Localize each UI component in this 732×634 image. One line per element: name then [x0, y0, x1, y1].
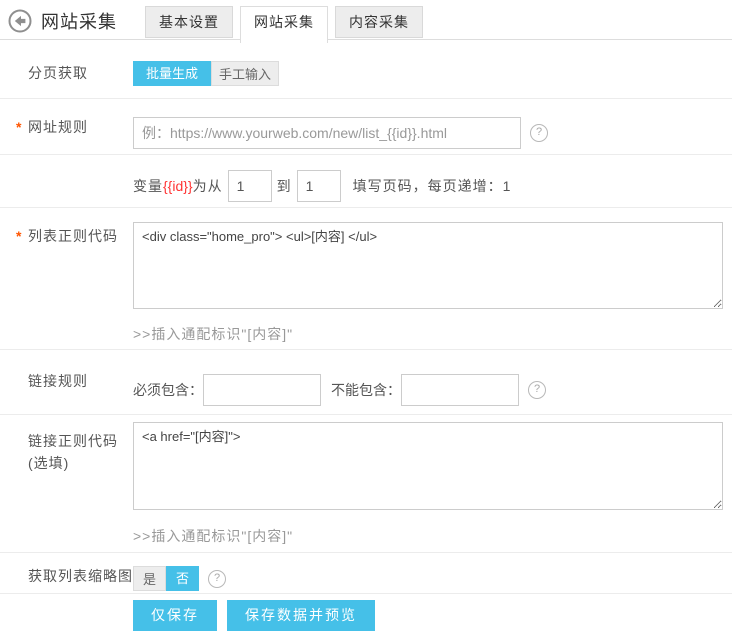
row-link-rule: 链接规则 必须包含： 不能包含： ? [0, 350, 732, 415]
row-actions: 仅保存 保存数据并预览 [0, 594, 732, 634]
url-rule-label: 网址规则 [28, 119, 88, 135]
variable-middle-text: 为从 [193, 176, 223, 196]
row-list-regex: * 列表正则代码 <div class="home_pro"> <ul>[内容]… [0, 208, 732, 350]
thumbnail-toggle: 是 否 [133, 566, 199, 591]
tab-site-collect[interactable]: 网站采集 [240, 6, 328, 43]
row-thumbnail: 获取列表缩略图 是 否 ? [0, 553, 732, 594]
must-contain-input[interactable] [203, 374, 321, 406]
pagination-label: 分页获取 [0, 61, 133, 98]
not-contain-label: 不能包含： [331, 380, 401, 400]
list-regex-label: 列表正则代码 [28, 228, 118, 244]
page-title: 网站采集 [41, 8, 117, 34]
required-asterisk: * [16, 226, 22, 246]
back-icon[interactable] [8, 9, 32, 33]
link-regex-label: 链接正则代码 [28, 430, 133, 452]
not-contain-input[interactable] [401, 374, 519, 406]
tab-content-collect[interactable]: 内容采集 [335, 6, 423, 38]
pagination-toggle: 批量生成 手工输入 [133, 61, 279, 86]
save-button[interactable]: 仅保存 [133, 600, 217, 631]
insert-token-link-list[interactable]: >>插入通配标识"[内容]" [133, 324, 293, 344]
row-link-regex: 链接正则代码 (选填) <a href="[内容]"> >>插入通配标识"[内容… [0, 415, 732, 553]
row-url-rule: * 网址规则 ? [0, 99, 732, 155]
batch-generate-option[interactable]: 批量生成 [133, 61, 211, 86]
insert-token-link-link[interactable]: >>插入通配标识"[内容]" [133, 526, 293, 546]
required-asterisk: * [16, 111, 22, 143]
link-regex-label-note: (选填) [28, 452, 133, 474]
link-rule-help-icon[interactable]: ? [528, 381, 546, 399]
url-rule-help-icon[interactable]: ? [530, 124, 548, 142]
manual-input-option[interactable]: 手工输入 [211, 61, 279, 86]
page-from-input[interactable] [228, 170, 272, 202]
header: 网站采集 基本设置 网站采集 内容采集 [0, 0, 732, 40]
row-variable: 变量{{id}}为从 到 填写页码，每页递增：1 [0, 155, 732, 208]
variable-token-text: {{id}} [163, 178, 193, 194]
url-rule-input[interactable] [133, 117, 521, 149]
page-to-input[interactable] [297, 170, 341, 202]
thumbnail-no-option[interactable]: 否 [166, 566, 199, 591]
variable-suffix-text: 填写页码，每页递增：1 [353, 176, 512, 196]
variable-prefix-text: 变量 [133, 176, 163, 196]
tab-basic-settings[interactable]: 基本设置 [145, 6, 233, 38]
tab-bar: 基本设置 网站采集 内容采集 [145, 6, 423, 43]
thumbnail-label: 获取列表缩略图 [0, 564, 133, 593]
list-regex-textarea[interactable]: <div class="home_pro"> <ul>[内容] </ul> [133, 222, 723, 309]
link-regex-textarea[interactable]: <a href="[内容]"> [133, 422, 723, 510]
thumbnail-help-icon[interactable]: ? [208, 570, 226, 588]
save-preview-button[interactable]: 保存数据并预览 [227, 600, 375, 631]
row-pagination: 分页获取 批量生成 手工输入 [0, 40, 732, 99]
variable-to-text: 到 [277, 176, 292, 196]
must-contain-label: 必须包含： [133, 380, 203, 400]
link-rule-label: 链接规则 [0, 365, 133, 414]
thumbnail-yes-option[interactable]: 是 [133, 566, 166, 591]
